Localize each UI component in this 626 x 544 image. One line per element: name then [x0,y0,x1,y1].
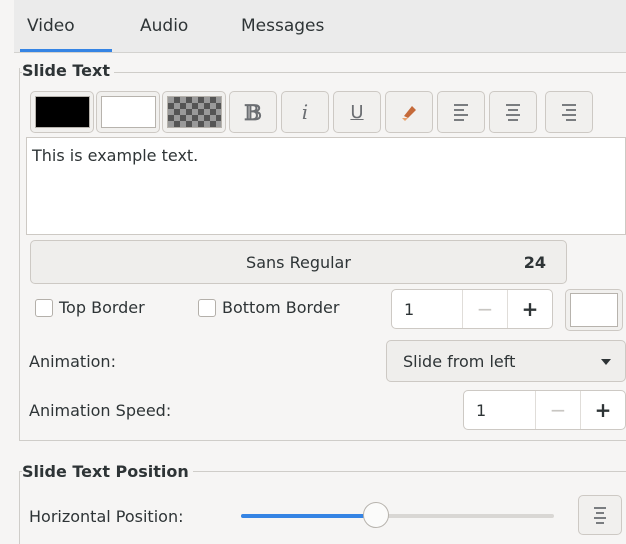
animation-dropdown[interactable]: Slide from left [386,340,626,382]
transparent-background-button[interactable] [162,91,226,133]
top-border-checkbox[interactable] [35,298,53,317]
animation-speed-value[interactable]: 1 [464,391,535,429]
horizontal-position-slider-fill [241,514,376,518]
active-tab-indicator [20,49,112,52]
animation-speed-increase-button[interactable]: + [580,391,625,429]
bold-icon: 𝔹 [244,99,262,125]
font-size: 24 [523,253,546,272]
border-width-increase-button[interactable]: + [507,290,552,328]
horizontal-align-center-button[interactable] [578,495,622,535]
animation-speed-decrease-button[interactable]: − [535,391,580,429]
notebook-tabs: Video Audio Messages [14,0,626,53]
underline-button[interactable]: U [333,91,381,133]
animation-speed-spinner[interactable]: 1 − + [463,390,626,430]
tab-video[interactable]: Video [27,16,75,36]
bottom-border-checkbox[interactable] [198,298,216,317]
text-color-swatch-icon [34,96,90,128]
align-left-icon [454,103,468,121]
italic-button[interactable]: 𝑖 [281,91,329,133]
bottom-border-label: Bottom Border [222,298,340,317]
animation-speed-label: Animation Speed: [29,401,172,420]
underline-icon: U [350,101,364,123]
font-chooser-button[interactable]: Sans Regular 24 [30,240,567,284]
background-color-swatch-icon [100,96,156,128]
position-frame-left-line [19,471,20,544]
clear-formatting-button[interactable] [385,91,433,133]
font-name: Sans Regular [246,253,351,272]
horizontal-position-slider-handle[interactable] [363,502,389,528]
chevron-down-icon [601,359,611,365]
border-width-spinner[interactable]: 1 − + [391,289,553,329]
horizontal-position-slider[interactable] [241,514,554,518]
align-right-button[interactable] [545,91,593,133]
animation-label: Animation: [29,352,116,371]
slide-text-input[interactable]: This is example text. [26,137,626,235]
border-width-decrease-button[interactable]: − [462,290,507,328]
horizontal-position-label: Horizontal Position: [29,507,184,526]
clear-formatting-icon [402,106,416,121]
border-color-button[interactable] [565,289,623,331]
top-border-label: Top Border [59,298,145,317]
slide-text-section-label: Slide Text [22,61,114,80]
slide-text-position-section-label: Slide Text Position [22,462,193,481]
align-center-button[interactable] [489,91,537,133]
tab-audio[interactable]: Audio [140,16,188,36]
align-right-icon [562,103,576,121]
top-border-option: Top Border [35,298,145,317]
background-color-button[interactable] [96,91,160,133]
text-color-button[interactable] [30,91,94,133]
align-center-icon [506,103,520,121]
border-width-value[interactable]: 1 [392,290,462,328]
tab-messages[interactable]: Messages [241,16,324,36]
animation-selected-value: Slide from left [403,352,516,371]
bold-button[interactable]: 𝔹 [229,91,277,133]
align-left-button[interactable] [437,91,485,133]
transparent-checker-icon [166,96,222,128]
bottom-border-option: Bottom Border [198,298,339,317]
italic-icon: 𝑖 [301,100,309,124]
align-center-icon [594,506,606,524]
border-color-swatch-icon [570,293,618,327]
